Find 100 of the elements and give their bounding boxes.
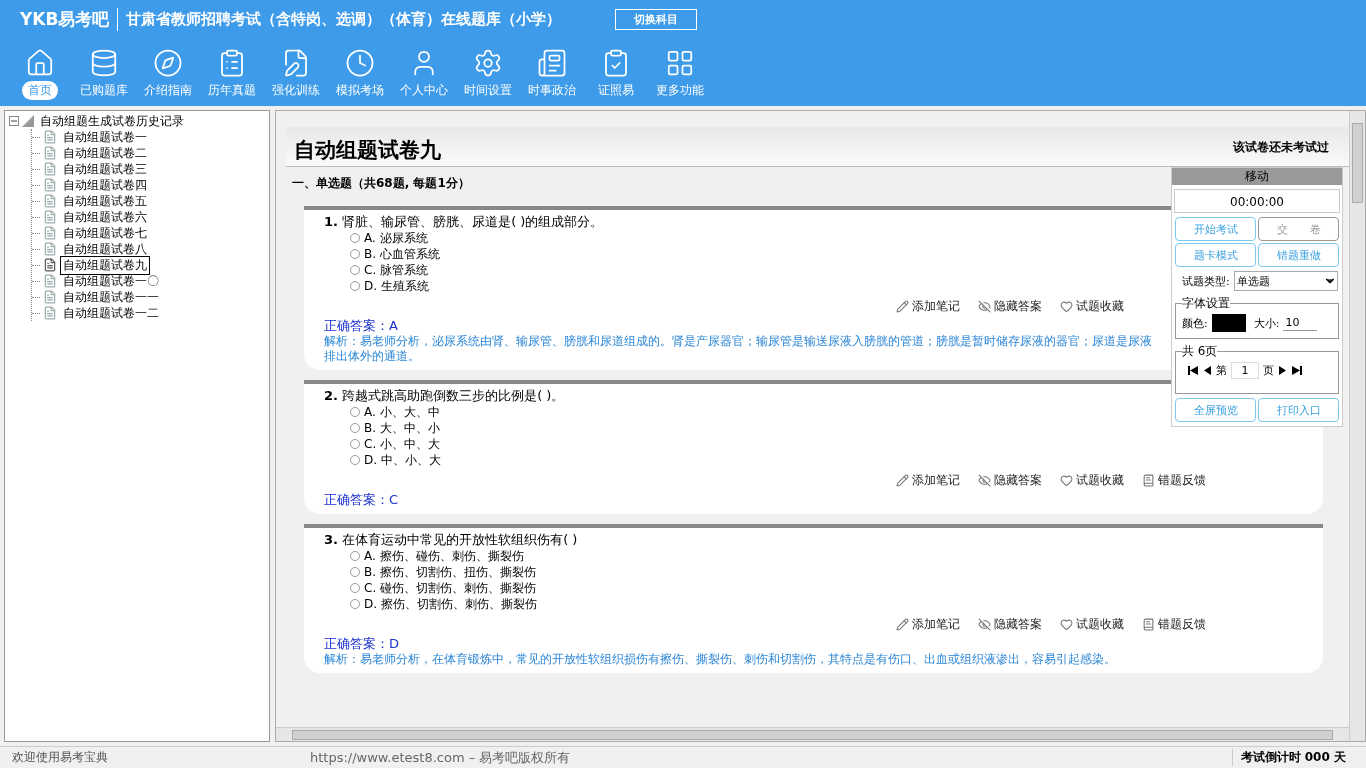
option-text: B. 心血管系统	[364, 245, 440, 263]
eye-off-icon	[978, 299, 991, 313]
eye-off-icon	[978, 473, 991, 487]
question-action[interactable]: 添加笔记	[896, 471, 960, 489]
database-icon[interactable]	[89, 48, 119, 78]
copyright-text: https://www.etest8.com – 易考吧版权所有	[310, 748, 571, 767]
document-icon	[43, 242, 57, 256]
question-text: 3. 在体育运动中常见的开放性软组织伤有( )	[324, 531, 578, 548]
question-text: 1. 肾脏、输尿管、膀胱、尿道是( )的组成部分。	[324, 213, 604, 230]
field-label: 第	[1216, 363, 1227, 378]
question-type-dropdown[interactable]: 单选题	[1233, 271, 1338, 291]
group-title: 共 6页	[1182, 343, 1218, 360]
heart-icon	[1060, 473, 1073, 487]
page-number-field[interactable]: 1	[1231, 362, 1259, 379]
document-icon	[43, 290, 57, 304]
font-size-field[interactable]: 10	[1283, 315, 1318, 331]
option-text: D. 中、小、大	[364, 451, 441, 469]
document-icon	[43, 258, 57, 272]
correct-answer: 正确答案：D	[324, 636, 399, 652]
option-text: C. 碰伤、切割伤、刺伤、撕裂伤	[364, 579, 537, 597]
next-icon	[1278, 366, 1288, 375]
answer-analysis: 解析：易老师分析，泌尿系统由肾、输尿管、膀胱和尿道组成的。肾是产尿器官；输尿管是输送尿液入膀胱的管道；膀胱是暂时储存尿液的器官；尿道是尿液排出体外的通道。	[324, 334, 1153, 364]
tree-item[interactable]: 自动组题试卷九	[60, 255, 150, 275]
radio-button[interactable]	[350, 265, 360, 275]
radio-button[interactable]	[350, 567, 360, 577]
question-action[interactable]: 添加笔记	[896, 615, 960, 633]
radio-button[interactable]	[350, 233, 360, 243]
radio-button[interactable]	[350, 249, 360, 259]
question-action[interactable]: 隐藏答案	[978, 471, 1042, 489]
pencil-icon	[896, 299, 909, 313]
radio-button[interactable]	[350, 599, 360, 609]
document-icon	[43, 162, 57, 176]
welcome-text: 欢迎使用易考宝典	[11, 749, 109, 766]
radio-button[interactable]	[350, 583, 360, 593]
vertical-scrollbar[interactable]	[1349, 111, 1365, 741]
grid-icon[interactable]	[665, 48, 695, 78]
radio-button[interactable]	[350, 455, 360, 465]
question-action[interactable]: 试题收藏	[1060, 297, 1124, 315]
question-action[interactable]: 试题收藏	[1060, 615, 1124, 633]
question-action[interactable]: 隐藏答案	[978, 615, 1042, 633]
document-icon	[43, 226, 57, 240]
field-label: 试题类型:	[1182, 273, 1230, 289]
document-icon	[43, 274, 57, 288]
first-page-button[interactable]	[1188, 366, 1198, 375]
answer-analysis: 解析：易老师分析，在体育锻炼中，常见的开放性软组织损伤有擦伤、撕裂伤、刺伤和切割伤，其特点是有伤口、出血或组织液渗出，容易引起感染。	[324, 652, 1117, 667]
field-label: 页	[1263, 363, 1274, 378]
minus-icon	[11, 118, 17, 124]
exam-countdown: 考试倒计时 000 天	[1231, 749, 1366, 766]
last-page-button[interactable]	[1292, 366, 1302, 375]
app-logo: YKB易考吧	[20, 7, 119, 31]
drag-handle[interactable]: 移动	[1172, 168, 1342, 185]
option-text: B. 擦伤、切割伤、扭伤、撕裂伤	[364, 563, 536, 581]
newspaper-icon[interactable]	[537, 48, 567, 78]
document-icon	[43, 178, 57, 192]
horizontal-scrollbar[interactable]	[276, 727, 1349, 741]
book-icon	[1142, 617, 1155, 631]
question-action[interactable]: 错题反馈	[1142, 615, 1206, 633]
eye-off-icon	[978, 617, 991, 631]
radio-button[interactable]	[350, 439, 360, 449]
option-text: A. 泌尿系统	[364, 229, 428, 247]
previous-icon	[1202, 366, 1212, 375]
paper-title: 自动组题试卷九	[294, 137, 441, 164]
first-page-icon	[1188, 366, 1198, 375]
document-icon	[43, 146, 57, 160]
correct-answer: 正确答案：C	[324, 492, 399, 508]
collapse-toggle[interactable]	[9, 116, 19, 126]
question-text: 2. 跨越式跳高助跑倒数三步的比例是( )。	[324, 387, 565, 404]
question-action[interactable]: 隐藏答案	[978, 297, 1042, 315]
option-text: C. 脉管系统	[364, 261, 429, 279]
previous-page-button[interactable]	[1202, 366, 1212, 375]
radio-button[interactable]	[350, 551, 360, 561]
settings-icon[interactable]	[473, 48, 503, 78]
option-text: C. 小、中、大	[364, 435, 441, 453]
radio-button[interactable]	[350, 423, 360, 433]
timer: 00:00:00	[1174, 189, 1340, 213]
color-swatch[interactable]	[1211, 314, 1246, 332]
radio-button[interactable]	[350, 281, 360, 291]
app-title: 甘肃省教师招聘考试（含特岗、选调）（体育）在线题库（小学）	[126, 9, 562, 29]
radio-button[interactable]	[350, 407, 360, 417]
house-icon[interactable]	[25, 48, 55, 78]
option-text: A. 擦伤、碰伤、刺伤、撕裂伤	[364, 547, 524, 565]
compass-icon[interactable]	[153, 48, 183, 78]
option-text: B. 大、中、小	[364, 419, 440, 437]
pencil-icon	[896, 473, 909, 487]
clock-icon[interactable]	[345, 48, 375, 78]
document-icon	[43, 130, 57, 144]
group-title: 字体设置	[1182, 295, 1230, 312]
pencil-icon	[896, 617, 909, 631]
question-action[interactable]: 添加笔记	[896, 297, 960, 315]
last-page-icon	[1292, 366, 1302, 375]
next-page-button[interactable]	[1278, 366, 1288, 375]
field-label: 颜色:	[1182, 315, 1208, 331]
question-action[interactable]: 错题反馈	[1142, 471, 1206, 489]
heart-icon	[1060, 617, 1073, 631]
question-action[interactable]: 试题收藏	[1060, 471, 1124, 489]
option-text: A. 小、大、中	[364, 403, 440, 421]
option-text: D. 生殖系统	[364, 277, 429, 295]
document-icon	[43, 210, 57, 224]
document-icon	[43, 194, 57, 208]
field-label: 大小:	[1253, 315, 1280, 331]
